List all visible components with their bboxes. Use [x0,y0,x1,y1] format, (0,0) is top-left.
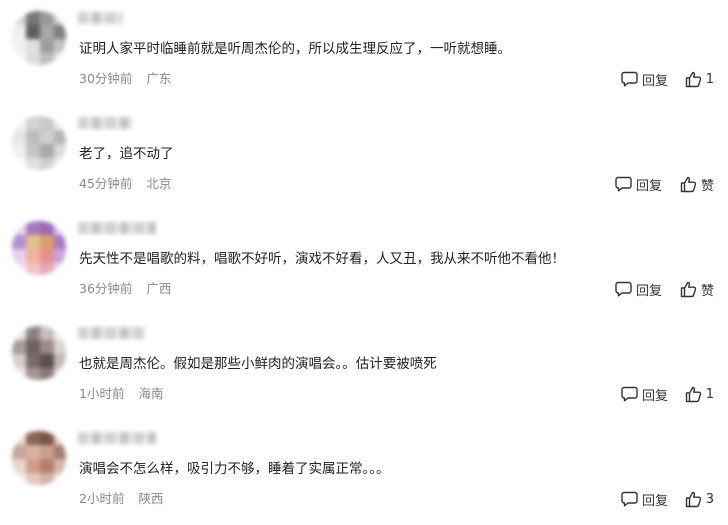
reply-label: 回复 [635,283,662,299]
comment-item: 老了，追不动了 45分钟前 北京 回复 赞 [0,105,728,210]
comment-meta: 30分钟前 广东 [79,71,171,87]
comment-text: 老了，追不动了 [79,146,174,162]
comment-item: 先天性不是唱歌的料，唱歌不好听，演戏不好看，人又丑，我从来不听他不看他！ 36分… [0,210,728,315]
avatar[interactable] [12,326,66,380]
comment-text: 也就是周杰伦。假如是那些小鲜肉的演唱会。。估计要被喷死 [79,356,437,372]
like-count: 3 [705,491,714,507]
avatar[interactable] [12,11,66,65]
thumbs-up-icon [685,386,701,402]
like-label: 赞 [700,178,714,194]
username-blurred[interactable] [78,432,156,444]
comment-time: 45分钟前 [79,176,133,191]
username-blurred[interactable] [78,117,132,129]
comment-time: 36分钟前 [79,281,133,296]
comment-location: 广东 [146,71,172,86]
thumbs-up-icon [680,176,697,192]
comment-meta: 2小时前 陕西 [79,491,163,507]
comment-location: 北京 [146,176,172,191]
comment-item: 证明人家平时临睡前就是听周杰伦的，所以成生理反应了，一听就想睡。 30分钟前 广东… [0,0,728,105]
speech-bubble-icon [621,491,638,507]
comment-item: 也就是周杰伦。假如是那些小鲜肉的演唱会。。估计要被喷死 1小时前 海南 回复 1 [0,315,728,420]
like-button[interactable]: 1 [685,384,714,404]
reply-button[interactable]: 回复 [615,174,662,194]
speech-bubble-icon [621,71,638,87]
comment-time: 30分钟前 [79,71,133,86]
avatar[interactable] [12,431,66,485]
like-button[interactable]: 赞 [680,279,714,299]
like-button[interactable]: 3 [685,489,714,509]
comment-meta: 1小时前 海南 [79,386,163,402]
like-button[interactable]: 1 [685,69,714,89]
comment-text: 先天性不是唱歌的料，唱歌不好听，演戏不好看，人又丑，我从来不听他不看他！ [79,251,565,267]
reply-button[interactable]: 回复 [621,384,668,404]
comment-time: 1小时前 [79,386,125,401]
like-count: 1 [705,71,714,87]
reply-button[interactable]: 回复 [615,279,662,299]
reply-label: 回复 [635,178,662,194]
comment-text: 证明人家平时临睡前就是听周杰伦的，所以成生理反应了，一听就想睡。 [79,41,511,57]
comment-meta: 45分钟前 北京 [79,176,171,192]
like-button[interactable]: 赞 [680,174,714,194]
reply-label: 回复 [641,493,668,509]
username-blurred[interactable] [78,222,156,234]
reply-button[interactable]: 回复 [621,489,668,509]
username-blurred[interactable] [78,327,144,339]
reply-label: 回复 [641,388,668,404]
like-label: 赞 [700,283,714,299]
speech-bubble-icon [621,386,638,402]
reply-button[interactable]: 回复 [621,69,668,89]
comment-location: 海南 [138,386,164,401]
comment-item: 演唱会不怎么样，吸引力不够，睡着了实属正常。。。 2小时前 陕西 回复 3 [0,420,728,525]
comment-meta: 36分钟前 广西 [79,281,171,297]
speech-bubble-icon [615,281,632,297]
comment-location: 陕西 [138,491,164,506]
comment-location: 广西 [146,281,172,296]
avatar[interactable] [12,221,66,275]
comment-time: 2小时前 [79,491,125,506]
speech-bubble-icon [615,176,632,192]
thumbs-up-icon [680,281,697,297]
comment-text: 演唱会不怎么样，吸引力不够，睡着了实属正常。。。 [79,461,390,477]
username-blurred[interactable] [78,12,122,24]
avatar[interactable] [12,116,66,170]
thumbs-up-icon [685,491,701,507]
thumbs-up-icon [685,71,701,87]
like-count: 1 [705,386,714,402]
reply-label: 回复 [641,73,668,89]
